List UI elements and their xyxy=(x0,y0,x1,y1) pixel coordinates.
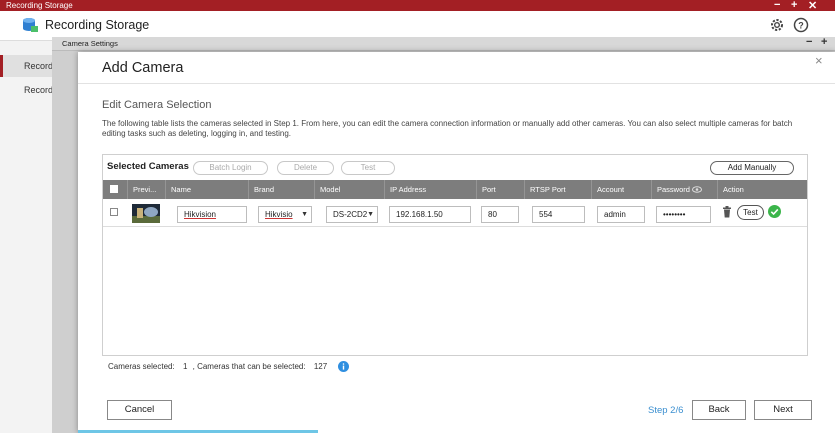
section-description: The following table lists the cameras se… xyxy=(102,119,793,138)
step-indicator: Step 2/6 xyxy=(648,405,684,416)
model-select[interactable]: DS-2CD2 ▼ xyxy=(326,206,378,223)
next-button[interactable]: Next xyxy=(754,400,812,420)
column-brand: Brand xyxy=(248,180,314,199)
storage-icon xyxy=(23,18,38,32)
column-action: Action xyxy=(717,180,807,199)
camera-settings-minimize-button[interactable]: − xyxy=(806,36,812,48)
column-name: Name xyxy=(165,180,248,199)
add-camera-dialog: × Add Camera Edit Camera Selection The f… xyxy=(78,52,835,433)
back-button[interactable]: Back xyxy=(692,400,746,420)
brand-select-value: Hikvisio xyxy=(265,210,293,219)
info-icon[interactable] xyxy=(338,361,349,372)
camera-settings-maximize-button[interactable]: + xyxy=(821,36,827,48)
column-password: Password xyxy=(651,180,717,199)
svg-text:?: ? xyxy=(798,21,804,31)
camera-preview-image xyxy=(132,204,160,223)
check-circle-icon xyxy=(768,205,781,218)
cameras-count-info: Cameras selected: 1 , Cameras that can b… xyxy=(108,362,327,371)
ip-address-input[interactable]: 192.168.1.50 xyxy=(389,206,471,223)
camera-settings-title: Camera Settings xyxy=(62,39,118,48)
cameras-selected-value: 1 xyxy=(182,362,188,371)
port-input[interactable]: 80 xyxy=(481,206,519,223)
dialog-close-icon[interactable]: × xyxy=(815,53,823,68)
model-select-value: DS-2CD2 xyxy=(333,210,368,219)
question-circle-icon[interactable]: ? xyxy=(793,17,809,33)
column-password-label: Password xyxy=(657,185,690,194)
cameras-available-value: 127 xyxy=(313,362,328,371)
chevron-down-icon: ▼ xyxy=(301,211,308,218)
panel-title: Selected Cameras xyxy=(107,161,189,172)
section-title: Edit Camera Selection xyxy=(102,99,212,111)
camera-settings-title-bar: Camera Settings − + xyxy=(52,36,835,51)
rtsp-port-input[interactable]: 554 xyxy=(532,206,585,223)
outer-window-title: Recording Storage xyxy=(6,1,73,10)
selected-cameras-panel: Selected Cameras Batch Login Delete Test… xyxy=(102,154,808,356)
maximize-button[interactable]: + xyxy=(791,0,797,11)
gear-icon[interactable] xyxy=(769,17,785,33)
column-account: Account xyxy=(591,180,651,199)
column-preview: Previ... xyxy=(127,180,165,199)
column-port: Port xyxy=(476,180,524,199)
column-model: Model xyxy=(314,180,384,199)
column-rtsp-port: RTSP Port xyxy=(524,180,591,199)
camera-name-input[interactable]: Hikvision xyxy=(177,206,247,223)
table-header: Previ... Name Brand Model IP Address Por… xyxy=(103,180,807,199)
row-test-button[interactable]: Test xyxy=(737,205,764,220)
table-row[interactable]: Hikvision Hikvisio ▼ DS-2CD2 ▼ 192.168.1… xyxy=(103,199,807,227)
batch-login-button[interactable]: Batch Login xyxy=(193,161,268,175)
delete-button[interactable]: Delete xyxy=(277,161,334,175)
password-input[interactable]: •••••••• xyxy=(656,206,711,223)
cameras-selected-label: Cameras selected: xyxy=(108,362,175,371)
row-checkbox[interactable] xyxy=(110,208,118,216)
select-all-checkbox[interactable] xyxy=(110,185,118,193)
cameras-available-label: , Cameras that can be selected: xyxy=(192,362,306,371)
dialog-title: Add Camera xyxy=(102,60,184,76)
trash-icon[interactable] xyxy=(722,206,732,218)
eye-icon[interactable] xyxy=(692,186,702,193)
dialog-divider xyxy=(78,83,835,84)
camera-preview-thumbnail xyxy=(132,204,160,223)
column-ip-address: IP Address xyxy=(384,180,476,199)
test-button[interactable]: Test xyxy=(341,161,395,175)
account-input[interactable]: admin xyxy=(597,206,645,223)
app-title: Recording Storage xyxy=(45,18,150,32)
add-manually-button[interactable]: Add Manually xyxy=(710,161,794,175)
chevron-down-icon: ▼ xyxy=(367,211,374,218)
outer-title-bar: Recording Storage − + ✕ xyxy=(0,0,835,12)
cancel-button[interactable]: Cancel xyxy=(107,400,172,420)
minimize-button[interactable]: − xyxy=(774,0,780,11)
brand-select[interactable]: Hikvisio ▼ xyxy=(258,206,312,223)
